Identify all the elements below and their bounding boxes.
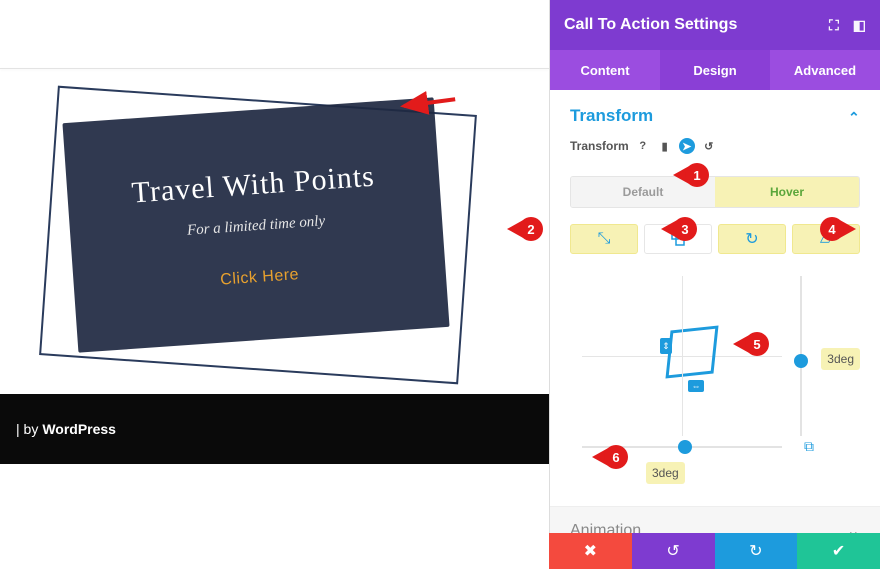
callout-label: 2	[519, 217, 543, 241]
cta-card: Travel With Points For a limited time on…	[62, 97, 449, 352]
section-toggle-transform[interactable]: Transform ⌄	[570, 106, 860, 126]
hover-state-icon[interactable]: ➤	[679, 138, 695, 154]
panel-action-bar: ✖ ↺ ↻ ✔	[549, 533, 880, 569]
cta-button[interactable]: Click Here	[220, 266, 300, 289]
skew-y-value[interactable]: 3deg	[821, 348, 860, 370]
section-title-label: Transform	[570, 106, 653, 126]
transform-rotate-icon[interactable]: ↻	[718, 224, 786, 254]
link-axes-icon[interactable]: ⧉	[804, 438, 814, 455]
settings-tabs: Content Design Advanced	[550, 50, 880, 90]
cta-headline: Travel With Points	[86, 157, 420, 214]
dock-icon[interactable]: ◧	[853, 17, 866, 34]
canvas-grid[interactable]: ⇕ ⇔	[582, 276, 782, 436]
discard-button[interactable]: ✖	[549, 533, 632, 569]
callout-label: 6	[604, 445, 628, 469]
callout-label: 3	[673, 217, 697, 241]
preview-area: Travel With Points For a limited time on…	[0, 0, 549, 569]
horizontal-handle-icon[interactable]: ⇔	[688, 380, 704, 392]
tab-advanced[interactable]: Advanced	[770, 50, 880, 90]
skew-x-value[interactable]: 3deg	[646, 462, 685, 484]
callout-4: 4	[820, 217, 856, 241]
reset-icon[interactable]: ↺	[701, 138, 717, 154]
callout-6: 6	[592, 445, 628, 469]
callout-3: 3	[661, 217, 697, 241]
chevron-up-icon: ⌄	[848, 108, 860, 125]
site-footer: | by WordPress	[0, 394, 549, 464]
transform-type-row: ⤡ ↻ ▱	[570, 224, 860, 254]
horizontal-slider-thumb[interactable]	[678, 440, 692, 454]
skew-preview-box	[665, 325, 718, 378]
callout-1: 1	[673, 163, 709, 187]
tab-content[interactable]: Content	[550, 50, 660, 90]
panel-header: Call To Action Settings ⛶ ◧	[550, 0, 880, 50]
state-hover[interactable]: Hover	[715, 177, 859, 207]
tab-design[interactable]: Design	[660, 50, 770, 90]
vertical-slider[interactable]	[800, 276, 802, 436]
divider	[0, 68, 549, 69]
expand-icon[interactable]: ⛶	[829, 17, 839, 34]
cta-subheading: For a limited time only	[90, 206, 422, 246]
panel-title: Call To Action Settings	[564, 16, 737, 34]
transform-property-row: Transform ? ▮ ➤ ↺	[570, 138, 860, 154]
callout-label: 1	[685, 163, 709, 187]
callout-label: 4	[820, 217, 844, 241]
settings-panel: Call To Action Settings ⛶ ◧ Content Desi…	[549, 0, 880, 569]
redo-button[interactable]: ↻	[715, 533, 798, 569]
state-toggle: Default Hover	[570, 176, 860, 208]
footer-prefix: | by	[16, 421, 38, 437]
vertical-slider-thumb[interactable]	[794, 354, 808, 368]
undo-button[interactable]: ↺	[632, 533, 715, 569]
callout-label: 5	[745, 332, 769, 356]
vertical-handle-icon[interactable]: ⇕	[660, 338, 672, 354]
transform-move-icon[interactable]: ⤡	[570, 224, 638, 254]
footer-brand: WordPress	[42, 421, 116, 437]
callout-2: 2	[507, 217, 543, 241]
transform-section: Transform ⌄ Transform ? ▮ ➤ ↺	[550, 90, 880, 162]
device-icon[interactable]: ▮	[657, 138, 673, 154]
cta-module[interactable]: Travel With Points For a limited time on…	[40, 90, 500, 400]
transform-canvas: ⇕ ⇔ 3deg ⧉ 3deg	[570, 276, 860, 466]
help-icon[interactable]: ?	[635, 138, 651, 154]
property-label: Transform	[570, 139, 629, 153]
callout-5: 5	[733, 332, 769, 356]
save-button[interactable]: ✔	[797, 533, 880, 569]
